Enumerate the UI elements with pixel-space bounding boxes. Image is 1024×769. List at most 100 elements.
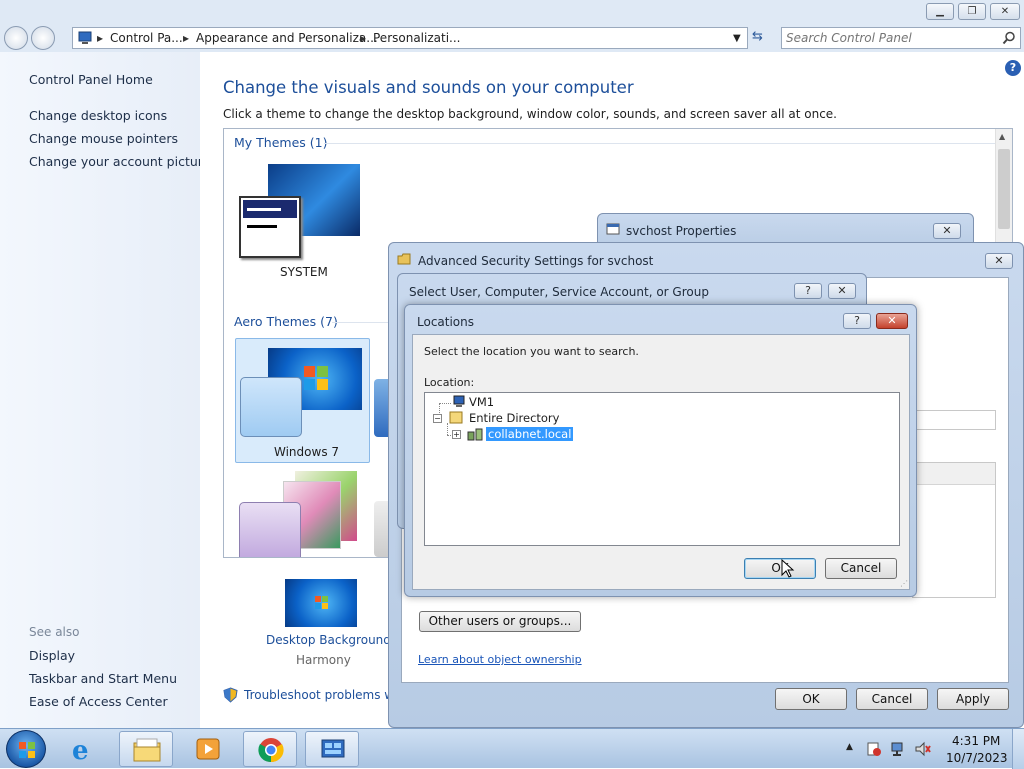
forward-button[interactable] [31, 26, 55, 50]
see-also-ease-of-access-link[interactable]: Ease of Access Center [29, 694, 168, 709]
shield-icon [223, 687, 238, 703]
page-subtitle: Click a theme to change the desktop back… [223, 107, 837, 121]
refresh-icon[interactable]: ⇆ [752, 29, 763, 44]
control-panel-icon [78, 31, 92, 44]
theme-system[interactable]: SYSTEM [236, 161, 366, 281]
search-box[interactable] [781, 27, 1021, 49]
close-button[interactable]: ✕ [985, 253, 1013, 269]
window-color-swatch [239, 196, 301, 258]
window-color-swatch [239, 502, 301, 557]
help-button[interactable]: ? [794, 283, 822, 299]
dialog-title: svchost Properties [626, 224, 737, 238]
sidebar-link-desktop-icons[interactable]: Change desktop icons [29, 108, 167, 123]
owner-list[interactable] [912, 462, 996, 598]
window-title-bar: ▁ ❐ ✕ [0, 0, 1024, 26]
computer-icon [453, 395, 465, 407]
navigation-bar: ▸ Control Pa... ▸ Appearance and Persona… [0, 26, 1024, 52]
collapse-icon[interactable]: − [433, 414, 442, 423]
taskbar-chrome[interactable] [243, 731, 297, 767]
dialog-title: Select User, Computer, Service Account, … [409, 285, 709, 299]
resize-grip-icon[interactable]: ⋰ [900, 579, 908, 588]
address-bar[interactable]: ▸ Control Pa... ▸ Appearance and Persona… [72, 27, 748, 49]
taskbar-control-panel[interactable] [305, 731, 359, 767]
internet-explorer-icon: e [72, 736, 89, 766]
dialog-body: Select the location you want to search. … [412, 334, 910, 590]
see-also-taskbar-link[interactable]: Taskbar and Start Menu [29, 671, 177, 686]
owner-field[interactable] [912, 410, 996, 430]
cancel-button[interactable]: Cancel [825, 558, 897, 579]
chrome-icon [258, 738, 284, 763]
location-tree[interactable]: VM1 − Entire Directory + collabnet.local [424, 392, 900, 546]
breadcrumb-item[interactable]: Control Pa... [110, 31, 183, 45]
clock-date[interactable]: 10/7/2023 [946, 751, 1008, 765]
learn-object-ownership-link[interactable]: Learn about object ownership [418, 653, 582, 666]
troubleshoot-link[interactable]: Troubleshoot problems wit [244, 688, 402, 702]
properties-icon [606, 223, 620, 235]
desktop-background-value: Harmony [296, 653, 351, 667]
network-icon[interactable] [890, 741, 908, 757]
dialog-title: Advanced Security Settings for svchost [418, 254, 654, 268]
tree-item-vm1[interactable]: VM1 [469, 395, 494, 409]
taskbar: e ▲ 4:31 PM 10/7/2023 [0, 728, 1024, 769]
my-themes-header: My Themes (1) [234, 135, 328, 150]
dialog-title: Locations [417, 315, 475, 329]
sidebar-link-mouse-pointers[interactable]: Change mouse pointers [29, 131, 178, 146]
theme-windows-7[interactable]: Windows 7 [235, 338, 370, 463]
domain-icon [467, 428, 483, 441]
page-title: Change the visuals and sounds on your co… [223, 78, 634, 97]
mouse-cursor-icon [781, 559, 795, 578]
location-label: Location: [424, 376, 475, 389]
expand-icon[interactable]: + [452, 430, 461, 439]
see-also-label: See also [29, 625, 80, 639]
other-users-groups-button[interactable]: Other users or groups... [419, 611, 581, 632]
cancel-button[interactable]: Cancel [856, 688, 928, 710]
minimize-button[interactable]: ▁ [926, 3, 954, 20]
theme-name: Windows 7 [274, 445, 340, 459]
tree-item-collabnet-local[interactable]: collabnet.local [484, 426, 575, 442]
directory-icon [449, 411, 463, 424]
theme-architecture[interactable] [235, 469, 370, 557]
address-dropdown-icon[interactable]: ▼ [733, 33, 741, 44]
aero-themes-header: Aero Themes (7) [234, 314, 338, 329]
help-icon[interactable]: ? [1005, 60, 1021, 76]
show-hidden-icons[interactable]: ▲ [846, 742, 853, 752]
taskbar-file-explorer[interactable] [119, 731, 173, 767]
tree-item-entire-directory[interactable]: Entire Directory [469, 411, 559, 425]
close-button[interactable]: ✕ [933, 223, 961, 239]
sidebar: Control Panel Home Change desktop icons … [0, 52, 210, 728]
taskbar-internet-explorer[interactable]: e [58, 731, 112, 767]
control-panel-icon [321, 739, 345, 758]
windows-logo-icon [19, 742, 35, 758]
clock-time[interactable]: 4:31 PM [952, 734, 1000, 748]
file-explorer-icon [133, 738, 161, 762]
maximize-button[interactable]: ❐ [958, 3, 986, 20]
close-button[interactable]: ✕ [876, 313, 908, 329]
apply-button[interactable]: Apply [937, 688, 1009, 710]
instruction-text: Select the location you want to search. [424, 345, 639, 358]
action-center-icon[interactable] [866, 741, 882, 757]
search-icon[interactable] [1002, 31, 1016, 45]
locations-dialog: Locations ? ✕ Select the location you wa… [404, 304, 917, 597]
help-button[interactable]: ? [843, 313, 871, 329]
media-player-icon [196, 738, 220, 760]
sidebar-link-account-picture[interactable]: Change your account picture [29, 154, 210, 169]
folder-lock-icon [397, 253, 411, 265]
control-panel-home-link[interactable]: Control Panel Home [29, 72, 153, 87]
ok-button[interactable]: OK [775, 688, 847, 710]
see-also-display-link[interactable]: Display [29, 648, 75, 663]
close-button[interactable]: ✕ [828, 283, 856, 299]
desktop-background-thumbnail[interactable] [285, 579, 357, 627]
start-button[interactable] [6, 730, 46, 768]
volume-muted-icon[interactable] [914, 741, 932, 757]
show-desktop-button[interactable] [1012, 729, 1024, 769]
taskbar-media-player[interactable] [181, 731, 235, 767]
breadcrumb-item[interactable]: Appearance and Personaliza... [196, 31, 378, 45]
theme-name: SYSTEM [280, 265, 328, 279]
search-input[interactable] [786, 30, 996, 46]
window-color-swatch [240, 377, 302, 437]
ok-button[interactable]: OK [744, 558, 816, 579]
desktop-background-link[interactable]: Desktop Background [266, 633, 391, 647]
close-button[interactable]: ✕ [990, 3, 1020, 20]
back-button[interactable] [4, 26, 28, 50]
breadcrumb-item[interactable]: Personalizati... [373, 31, 460, 45]
